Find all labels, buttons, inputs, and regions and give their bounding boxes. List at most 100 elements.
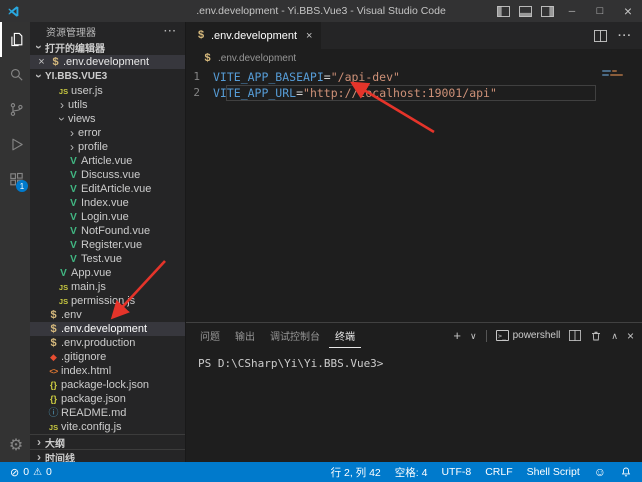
tree-item-discuss-vue[interactable]: Discuss.vue xyxy=(30,168,185,182)
activity-source-control[interactable] xyxy=(0,92,30,127)
vue-file-icon xyxy=(66,156,81,167)
tree-folder-views[interactable]: views xyxy=(30,112,185,126)
split-editor-icon[interactable] xyxy=(594,30,607,42)
activity-extensions[interactable]: 1 xyxy=(0,162,30,197)
tree-item-env[interactable]: .env xyxy=(30,308,185,322)
info-file-icon xyxy=(46,408,61,419)
tree-item-gitignore[interactable]: .gitignore xyxy=(30,350,185,364)
vue-file-icon xyxy=(66,240,81,251)
toggle-sidebar-icon[interactable] xyxy=(492,0,514,22)
activity-search[interactable] xyxy=(0,57,30,92)
minimap-line xyxy=(602,70,636,72)
feedback-smiley-icon[interactable] xyxy=(594,465,606,479)
close-button[interactable] xyxy=(614,0,642,22)
js-file-icon xyxy=(46,422,61,433)
chevron-right-icon xyxy=(33,436,45,449)
line-number: 2 xyxy=(186,85,213,101)
language-mode[interactable]: Shell Script xyxy=(527,466,580,478)
chevron-down-icon xyxy=(56,113,68,126)
minimize-button[interactable] xyxy=(558,0,586,22)
new-terminal-icon[interactable] xyxy=(453,328,461,343)
tree-item-register-vue[interactable]: Register.vue xyxy=(30,238,185,252)
tree-item-main-js[interactable]: main.js xyxy=(30,280,185,294)
minimap[interactable] xyxy=(602,70,636,78)
tab-debug-console[interactable]: 调试控制台 xyxy=(264,323,326,348)
terminal-instance-powershell[interactable]: powershell xyxy=(496,330,561,341)
tree-item-article-vue[interactable]: Article.vue xyxy=(30,154,185,168)
tab-problems[interactable]: 问题 xyxy=(194,323,226,348)
close-icon xyxy=(624,3,632,19)
vue-file-icon xyxy=(66,184,81,195)
more-actions-icon[interactable] xyxy=(618,30,632,42)
search-icon xyxy=(8,66,25,83)
activity-explorer[interactable] xyxy=(0,22,30,57)
tree-item-editarticle-vue[interactable]: EditArticle.vue xyxy=(30,182,185,196)
toggle-panel-icon[interactable] xyxy=(514,0,536,22)
js-file-icon xyxy=(56,296,71,307)
tree-item-env-development[interactable]: .env.development xyxy=(30,322,185,336)
tree-item-vite-config-js[interactable]: vite.config.js xyxy=(30,420,185,434)
vue-file-icon xyxy=(56,268,71,279)
line-number: 1 xyxy=(186,69,213,85)
tab-output[interactable]: 输出 xyxy=(229,323,261,348)
open-editor-item-env-development[interactable]: .env.development xyxy=(30,55,185,69)
activity-bar: 1 xyxy=(0,22,30,462)
chevron-right-icon xyxy=(66,127,78,140)
problems-status[interactable]: 0 0 xyxy=(10,466,52,479)
open-editors-header[interactable]: 打开的编辑器 xyxy=(30,40,185,55)
code-editor[interactable]: 1VITE_APP_BASEAPI="/api-dev" 2VITE_APP_U… xyxy=(186,67,642,322)
tree-item-notfound-vue[interactable]: NotFound.vue xyxy=(30,224,185,238)
terminal-icon xyxy=(496,330,509,341)
kill-terminal-icon[interactable] xyxy=(590,330,602,342)
tree-folder-error[interactable]: error xyxy=(30,126,185,140)
tree-item-permission-js[interactable]: permission.js xyxy=(30,294,185,308)
indentation-status[interactable]: 空格: 4 xyxy=(395,465,428,480)
tree-item-index-html[interactable]: index.html xyxy=(30,364,185,378)
maximize-button[interactable] xyxy=(586,0,614,22)
close-panel-icon[interactable] xyxy=(627,329,634,343)
tree-item-index-vue[interactable]: Index.vue xyxy=(30,196,185,210)
terminal-profile-dropdown-icon[interactable] xyxy=(470,330,477,342)
tree-item-env-production[interactable]: .env.production xyxy=(30,336,185,350)
tree-item-app-vue[interactable]: App.vue xyxy=(30,266,185,280)
editor-tab-bar: .env.development xyxy=(186,22,642,49)
editor-region: .env.development .env.development 1VITE_… xyxy=(186,22,642,462)
split-terminal-icon[interactable] xyxy=(569,330,581,341)
sidebar-bottom-sections: 大纲 时间线 xyxy=(30,434,185,462)
explorer-more-actions-icon[interactable] xyxy=(164,26,177,37)
cursor-position[interactable]: 行 2, 列 42 xyxy=(331,465,381,480)
eol-status[interactable]: CRLF xyxy=(485,466,512,478)
vscode-logo-icon xyxy=(0,5,26,18)
tree-item-package-lock-json[interactable]: package-lock.json xyxy=(30,378,185,392)
maximize-panel-icon[interactable] xyxy=(611,330,618,342)
project-root-header[interactable]: YI.BBS.VUE3 xyxy=(30,69,185,84)
shell-label: powershell xyxy=(513,330,561,341)
breadcrumb[interactable]: .env.development xyxy=(186,49,642,67)
tab-env-development[interactable]: .env.development xyxy=(186,22,321,49)
chevron-down-icon xyxy=(33,70,45,83)
settings-button[interactable] xyxy=(0,427,30,462)
files-icon xyxy=(8,31,25,48)
bottom-panel: 问题 输出 调试控制台 终端 powershell xyxy=(186,322,642,462)
close-editor-icon[interactable] xyxy=(35,56,48,68)
close-tab-icon[interactable] xyxy=(306,30,312,42)
panel-tab-bar: 问题 输出 调试控制台 终端 powershell xyxy=(186,323,642,348)
tab-terminal[interactable]: 终端 xyxy=(329,323,361,348)
tree-item-readme-md[interactable]: README.md xyxy=(30,406,185,420)
vue-file-icon xyxy=(66,254,81,265)
timeline-section-header[interactable]: 时间线 xyxy=(30,449,185,462)
outline-section-header[interactable]: 大纲 xyxy=(30,434,185,449)
notifications-bell-icon[interactable] xyxy=(620,466,632,478)
tree-folder-profile[interactable]: profile xyxy=(30,140,185,154)
toggle-secondary-sidebar-icon[interactable] xyxy=(536,0,558,22)
encoding-status[interactable]: UTF-8 xyxy=(441,466,471,478)
activity-run-debug[interactable] xyxy=(0,127,30,162)
title-bar: .env.development - Yi.BBS.Vue3 - Visual … xyxy=(0,0,642,22)
terminal-output[interactable]: PS D:\CSharp\Yi\Yi.BBS.Vue3> xyxy=(186,348,642,462)
tree-folder-utils[interactable]: utils xyxy=(30,98,185,112)
tree-item-test-vue[interactable]: Test.vue xyxy=(30,252,185,266)
tree-item-user-js[interactable]: user.js xyxy=(30,84,185,98)
tree-item-login-vue[interactable]: Login.vue xyxy=(30,210,185,224)
env-file-icon xyxy=(200,53,215,64)
tree-item-package-json[interactable]: package.json xyxy=(30,392,185,406)
